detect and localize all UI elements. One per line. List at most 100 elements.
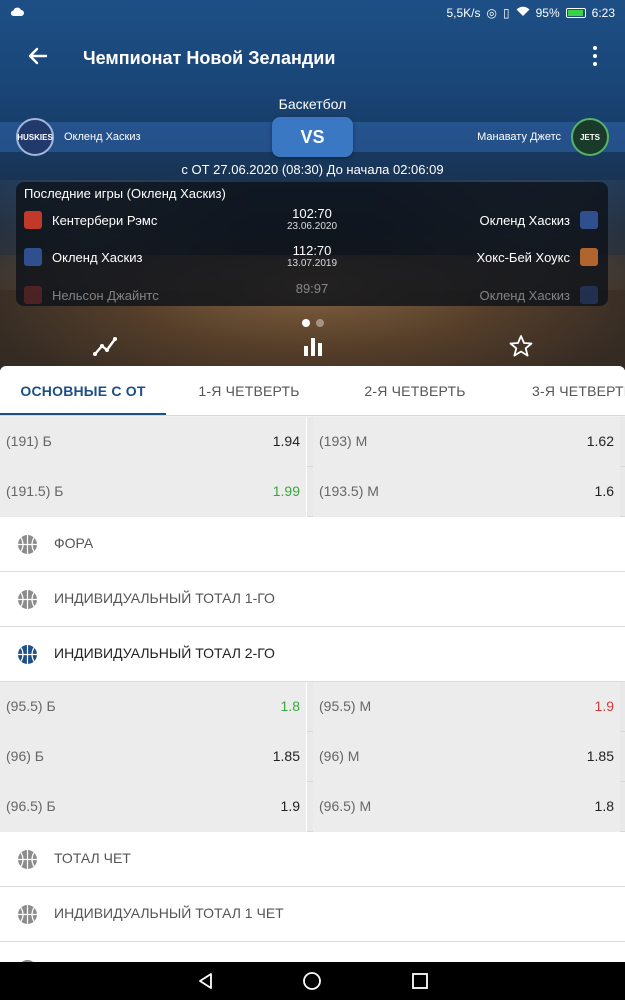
more-options-icon[interactable] (591, 44, 599, 68)
team-logo-icon (580, 248, 598, 266)
odds-row: (96.5) Б 1.9 (96.5) М 1.8 (0, 782, 625, 832)
tab-quarter-3[interactable]: 3-Я ЧЕТВЕРТЬ (498, 366, 625, 415)
team-logo-icon (24, 211, 42, 229)
odds-cell-over[interactable]: (96.5) Б 1.9 (0, 782, 307, 832)
line-chart-icon[interactable] (92, 333, 118, 359)
odds-row: (96) Б 1.85 (96) М 1.85 (0, 732, 625, 782)
odds-list: (191) Б 1.94 (193) М 1.62 (191.5) Б 1.99… (0, 417, 625, 979)
market-section-ind-total-2[interactable]: ИНДИВИДУАЛЬНЫЙ ТОТАЛ 2-ГО (0, 627, 625, 682)
system-nav-bar (0, 962, 625, 1000)
bet-label: (193) М (319, 433, 368, 449)
vs-button[interactable]: VS (272, 117, 353, 157)
odds-cell-under[interactable]: (193) М 1.62 (313, 417, 620, 467)
team-home-name: Окленд Хаскиз (64, 131, 141, 143)
battery-percent: 95% (535, 6, 560, 20)
last-game-row[interactable]: Кентербери Рэмс 102:70 23.06.2020 Окленд… (16, 204, 608, 242)
odds-row: (191) Б 1.94 (193) М 1.62 (0, 417, 625, 467)
odds-cell-over[interactable]: (191) Б 1.94 (0, 417, 307, 467)
odds-row: (95.5) Б 1.8 (95.5) М 1.9 (0, 682, 625, 732)
bet-odd: 1.94 (272, 433, 300, 449)
game-score: 112:70 (292, 243, 332, 258)
team-away-name: Манавату Джетс (477, 131, 561, 143)
odds-cell-over[interactable]: (191.5) Б 1.99 (0, 467, 307, 517)
bet-label: (96) М (319, 748, 360, 764)
carousel-dot[interactable] (315, 319, 324, 327)
bet-label: (96.5) М (319, 798, 372, 814)
match-time-info: с ОТ 27.06.2020 (08:30) До начала 02:06:… (181, 162, 444, 177)
wifi-icon (516, 6, 530, 20)
last-games-card[interactable]: Последние игры (Окленд Хаскиз) Кентербер… (16, 182, 608, 306)
bet-odd: 1.99 (272, 483, 300, 499)
odds-cell-under[interactable]: (95.5) М 1.9 (313, 682, 620, 732)
odds-cell-over[interactable]: (96) Б 1.85 (0, 732, 307, 782)
star-icon[interactable] (508, 333, 534, 359)
carousel-dot[interactable] (301, 319, 310, 327)
team-away[interactable]: Манавату Джетс JETS (477, 117, 609, 157)
bet-odd: 1.8 (594, 798, 614, 814)
team-home[interactable]: HUSKIES Окленд Хаскиз (16, 117, 141, 157)
tab-quarter-1[interactable]: 1-Я ЧЕТВЕРТЬ (166, 366, 332, 415)
nav-back-icon[interactable] (196, 971, 216, 991)
last-game-row[interactable]: Окленд Хаскиз 112:70 13.07.2019 Хокс-Бей… (16, 241, 608, 279)
game-home-team: Кентербери Рэмс (52, 212, 158, 228)
odds-cell-under[interactable]: (96.5) М 1.8 (313, 782, 620, 832)
game-score: 89:97 (295, 281, 329, 296)
market-section-ind-total-1[interactable]: ИНДИВИДУАЛЬНЫЙ ТОТАЛ 1-ГО (0, 572, 625, 627)
team-away-logo: JETS (571, 118, 609, 156)
market-section-ind-total-1q[interactable]: ИНДИВИДУАЛЬНЫЙ ТОТАЛ 1 ЧЕТ (0, 887, 625, 942)
bet-label: (193.5) М (319, 483, 379, 499)
team-home-logo: HUSKIES (16, 118, 54, 156)
period-tabs: ОСНОВНЫЕ С ОТ 1-Я ЧЕТВЕРТЬ 2-Я ЧЕТВЕРТЬ … (0, 366, 625, 416)
team-logo-icon (580, 286, 598, 304)
nav-home-icon[interactable] (302, 971, 322, 991)
vibrate-icon: ▯ (503, 6, 510, 20)
location-icon: ◎ (486, 6, 497, 20)
basketball-icon (17, 644, 38, 665)
team-logo-icon (24, 248, 42, 266)
tab-main-ot[interactable]: ОСНОВНЫЕ С ОТ (0, 366, 166, 415)
bet-odd: 1.85 (272, 748, 300, 764)
game-home-team: Нельсон Джайнтс (52, 287, 159, 303)
basketball-icon (17, 589, 38, 610)
bet-label: (95.5) Б (6, 698, 56, 714)
bet-odd: 1.9 (594, 698, 614, 714)
cloud-icon (10, 6, 24, 20)
bet-label: (96) Б (6, 748, 44, 764)
game-score: 102:70 (292, 206, 332, 221)
game-date: 23.06.2020 (286, 221, 338, 232)
last-game-row[interactable]: Нельсон Джайнтс 89:97 Окленд Хаскиз (16, 279, 608, 306)
team-logo-icon (24, 286, 42, 304)
bet-odd: 1.9 (280, 798, 300, 814)
market-section-fora[interactable]: ФОРА (0, 517, 625, 572)
bet-odd: 1.85 (586, 748, 614, 764)
bet-odd: 1.8 (280, 698, 300, 714)
game-away-team: Окленд Хаскиз (479, 212, 570, 228)
status-bar: 5,5K/s ◎ ▯ 95% 6:23 (0, 0, 625, 26)
odds-cell-under[interactable]: (96) М 1.85 (313, 732, 620, 782)
tab-quarter-2[interactable]: 2-Я ЧЕТВЕРТЬ (332, 366, 498, 415)
game-away-team: Хокс-Бей Хоукс (476, 249, 571, 265)
match-header: 5,5K/s ◎ ▯ 95% 6:23 Чемпионат Новой Зела… (0, 0, 625, 370)
nav-recents-icon[interactable] (410, 971, 430, 991)
carousel-dots (0, 314, 625, 332)
bet-odd: 1.6 (594, 483, 614, 499)
section-title: ФОРА (54, 535, 94, 551)
network-speed: 5,5K/s (446, 6, 481, 20)
match-tools (0, 333, 625, 359)
game-home-team: Окленд Хаскиз (52, 249, 143, 265)
back-arrow-icon[interactable] (26, 44, 50, 68)
odds-row: (191.5) Б 1.99 (193.5) М 1.6 (0, 467, 625, 517)
bet-odd: 1.62 (586, 433, 614, 449)
section-title: ИНДИВИДУАЛЬНЫЙ ТОТАЛ 2-ГО (54, 645, 275, 661)
basketball-icon (17, 534, 38, 555)
basketball-icon (17, 904, 38, 925)
odds-cell-over[interactable]: (95.5) Б 1.8 (0, 682, 307, 732)
sport-label: Баскетбол (278, 96, 347, 112)
clock: 6:23 (591, 6, 615, 20)
bet-label: (96.5) Б (6, 798, 56, 814)
game-away-team: Окленд Хаскиз (479, 287, 570, 303)
odds-cell-under[interactable]: (193.5) М 1.6 (313, 467, 620, 517)
bar-chart-icon[interactable] (300, 333, 326, 359)
market-section-total-quarter[interactable]: ТОТАЛ ЧЕТ (0, 832, 625, 887)
basketball-icon (17, 849, 38, 870)
